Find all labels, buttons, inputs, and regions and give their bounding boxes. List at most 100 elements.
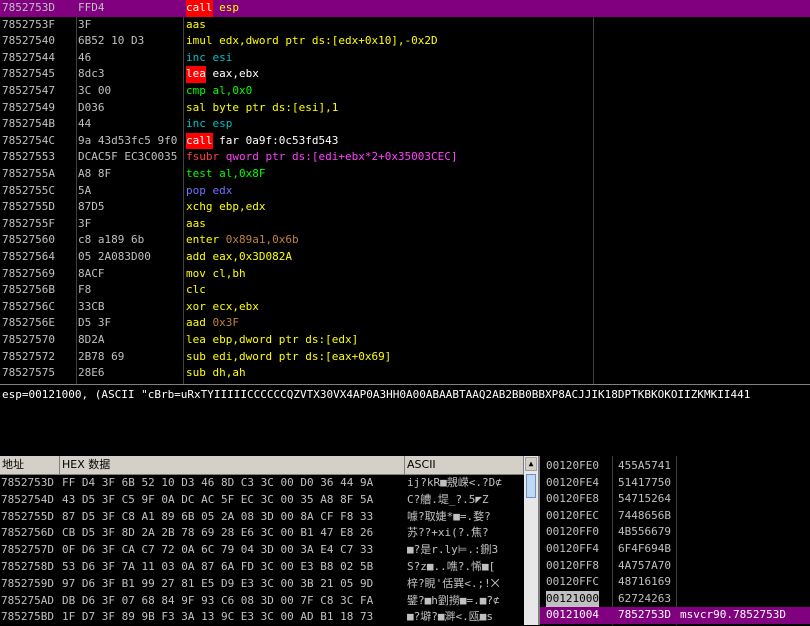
instruction-hex: 6B52 10 D3 <box>78 34 145 48</box>
instruction-address: 7852756E <box>2 316 55 330</box>
disasm-row[interactable]: 78527547 3C 00 cmp al,0x0 <box>0 83 810 100</box>
instruction-address: 78527569 <box>2 266 55 280</box>
disasm-row[interactable]: 7852755A A8 8F test al,0x8F <box>0 166 810 183</box>
instruction-operands: edi,dword ptr ds:[eax+0x69] <box>212 349 392 363</box>
disasm-row[interactable]: 78527569 8ACF mov cl,bh <box>0 266 810 283</box>
stack-pane[interactable]: 00120FE0 455A5741 00120FE4 51417750 00120FE8… <box>538 456 810 625</box>
instruction-address: 78527547 <box>2 84 55 97</box>
instruction-mnemonic: lea <box>186 66 206 83</box>
disasm-row[interactable]: 78527540 6B52 10 D3 imul edx,dword ptr ds:… <box>0 33 810 50</box>
instruction-text: sub dh,ah <box>186 365 246 382</box>
stack-value: 4A757A70 <box>618 558 671 572</box>
instruction-hex: 33CB <box>78 299 105 313</box>
stack-row[interactable]: 00120FF0 4B556679 <box>540 524 810 541</box>
disasm-row[interactable]: 78527544 46 inc esi <box>0 50 810 67</box>
stack-value: 7448656B <box>618 508 671 522</box>
instruction-operands: edx,dword ptr ds:[edx+0x10],-0x2D <box>219 34 438 48</box>
stack-row[interactable]: 00120FE8 54715264 <box>540 491 810 508</box>
disasm-row[interactable]: 7852754C 9a 43d53fc5 9f0 call far 0a9f:0c5… <box>0 132 810 150</box>
stack-row[interactable]: 00120FE0 455A5741 <box>540 458 810 475</box>
stack-value: 54715264 <box>618 492 671 506</box>
instruction-hex: 8ACF <box>78 266 105 280</box>
instruction-text: sal byte ptr ds:[esi],1 <box>186 100 338 117</box>
scroll-up-icon[interactable]: ▲ <box>525 457 537 471</box>
stack-row[interactable]: 00121004 7852753D msvcr90.7852753D <box>540 607 810 625</box>
instruction-mnemonic: lea <box>186 333 206 346</box>
dump-ascii: 鐾?■h劉撈■=.■?⊄ <box>407 593 500 607</box>
instruction-hex: D036 <box>78 100 105 114</box>
instruction-text: fsubr qword ptr ds:[edi+ebx*2+0x35003CEC… <box>186 149 458 166</box>
disasm-row[interactable]: 7852755F 3F aas <box>0 216 810 233</box>
stack-row[interactable]: 00120FEC 7448656B <box>540 508 810 525</box>
disasm-row[interactable]: 7852753F 3F aas <box>0 17 810 34</box>
stack-address: 00121004 <box>546 608 599 622</box>
dump-hex-bytes: 1F D7 3F 89 9B F3 3A 13 9C E3 3C 00 AD B… <box>62 610 374 624</box>
disasm-row[interactable]: 78527549 D036 sal byte ptr ds:[esi],1 <box>0 100 810 117</box>
dump-header-ascii[interactable]: ASCII <box>405 456 524 474</box>
dump-header-address[interactable]: 地址 <box>0 456 60 474</box>
disasm-row[interactable]: 7852754B 44 inc esp <box>0 116 810 133</box>
instruction-address: 7852754C <box>2 133 55 147</box>
disasm-row[interactable]: 7852753D FFD4 call esp <box>0 0 810 17</box>
dump-header-hex[interactable]: HEX 数据 <box>60 456 405 474</box>
disasm-row[interactable]: 78527553 DCAC5F EC3C0035 fsubr qword ptr d… <box>0 149 810 166</box>
stack-row[interactable]: 00121000 62724263 <box>540 590 810 608</box>
disasm-row[interactable]: 7852755C 5A pop edx <box>0 183 810 200</box>
instruction-operands: al,0x8F <box>219 167 266 180</box>
instruction-hex: 05 2A083D00 <box>78 250 151 263</box>
dump-ascii: 梓?睍'佸巽<.;!⨉ <box>407 576 500 590</box>
stack-row[interactable]: 00120FF4 6F4F694B <box>540 541 810 558</box>
scroll-thumb[interactable] <box>526 474 536 498</box>
dump-hex-bytes: CB D5 3F 8D 2A 2B 78 69 28 E6 3C 00 B1 4… <box>62 526 374 540</box>
instruction-address: 78527544 <box>2 50 55 64</box>
instruction-operands: esp <box>212 117 233 131</box>
instruction-hex: 3C 00 <box>78 84 112 97</box>
instruction-hex: 9a 43d53fc5 9f0 <box>78 133 178 147</box>
disasm-row[interactable]: 78527560 c8 a189 6b enter 0x89a1,0x6b <box>0 232 810 249</box>
dump-ascii: ■?壀?■溿<.瓯■s <box>407 610 493 624</box>
disasm-row[interactable]: 7852756E D5 3F aad 0x3F <box>0 315 810 332</box>
dump-scrollbar[interactable]: ▲ <box>524 456 538 625</box>
stack-address: 00120FF0 <box>546 525 599 539</box>
stack-row[interactable]: 00120FF8 4A757A70 <box>540 558 810 575</box>
instruction-address: 7852755C <box>2 183 55 197</box>
stack-row[interactable]: 00120FE4 51417750 <box>540 475 810 492</box>
disasm-row[interactable]: 78527575 28E6 sub dh,ah <box>0 365 810 382</box>
instruction-text: lea ebp,dword ptr ds:[edx] <box>186 332 358 349</box>
dump-hex-bytes: 87 D5 3F C8 A1 89 6B 05 2A 08 3D 00 8A C… <box>62 509 374 523</box>
instruction-hex: FFD4 <box>78 1 105 14</box>
dump-address: 7852755D <box>1 509 54 523</box>
dump-hex-bytes: 43 D5 3F C5 9F 0A DC AC 5F EC 3C 00 35 A… <box>62 492 374 506</box>
instruction-text: inc esi <box>186 50 232 67</box>
dump-address: 7852756D <box>1 526 54 540</box>
instruction-mnemonic: imul <box>186 34 213 48</box>
stack-address: 00120FF8 <box>546 558 599 572</box>
disasm-row[interactable]: 78527570 8D2A lea ebp,dword ptr ds:[edx] <box>0 332 810 349</box>
instruction-text: sub edi,dword ptr ds:[eax+0x69] <box>186 349 391 366</box>
disasm-row[interactable]: 78527564 05 2A083D00 add eax,0x3D082A <box>0 249 810 266</box>
instruction-mnemonic: add <box>186 250 206 263</box>
instruction-mnemonic: sub <box>186 349 206 363</box>
instruction-text: test al,0x8F <box>186 166 265 183</box>
instruction-mnemonic: inc <box>186 117 206 131</box>
disasm-row[interactable]: 78527572 2B78 69 sub edi,dword ptr ds:[eax… <box>0 349 810 366</box>
instruction-operands: qword ptr ds:[edi+ebx*2+0x35003CEC] <box>225 150 458 164</box>
instruction-address: 78527575 <box>2 366 55 380</box>
disasm-row[interactable]: 7852755D 87D5 xchg ebp,edx <box>0 199 810 216</box>
disasm-row[interactable]: 7852756C 33CB xor ecx,ebx <box>0 299 810 316</box>
stack-row[interactable]: 00120FFC 48716169 <box>540 574 810 591</box>
instruction-mnemonic: enter <box>186 233 220 247</box>
dump-hex-bytes: 53 D6 3F 7A 11 03 0A 87 6A FD 3C 00 E3 B… <box>62 560 374 573</box>
disasm-row[interactable]: 7852756B F8 clc <box>0 282 810 299</box>
instruction-address: 78527572 <box>2 349 55 363</box>
disasm-row[interactable]: 78527545 8dc3 lea eax,ebx <box>0 66 810 83</box>
disassembly-pane[interactable]: 7852753D FFD4 call esp 7852753F 3F aas 785275… <box>0 0 810 384</box>
instruction-text: xchg ebp,edx <box>186 199 265 216</box>
stack-value: 455A5741 <box>618 459 671 472</box>
stack-value: 4B556679 <box>618 525 671 539</box>
dump-header: 地址 HEX 数据 ASCII <box>0 456 524 475</box>
info-line: esp=00121000, (ASCII "cBrb=uRxTYIIIIICCC… <box>2 388 751 401</box>
instruction-operands: eax,0x3D082A <box>212 250 292 263</box>
dump-pane[interactable]: 地址 HEX 数据 ASCII 7852753D FF D4 3F 6B 52 1… <box>0 456 538 625</box>
instruction-address: 7852756B <box>2 283 55 297</box>
